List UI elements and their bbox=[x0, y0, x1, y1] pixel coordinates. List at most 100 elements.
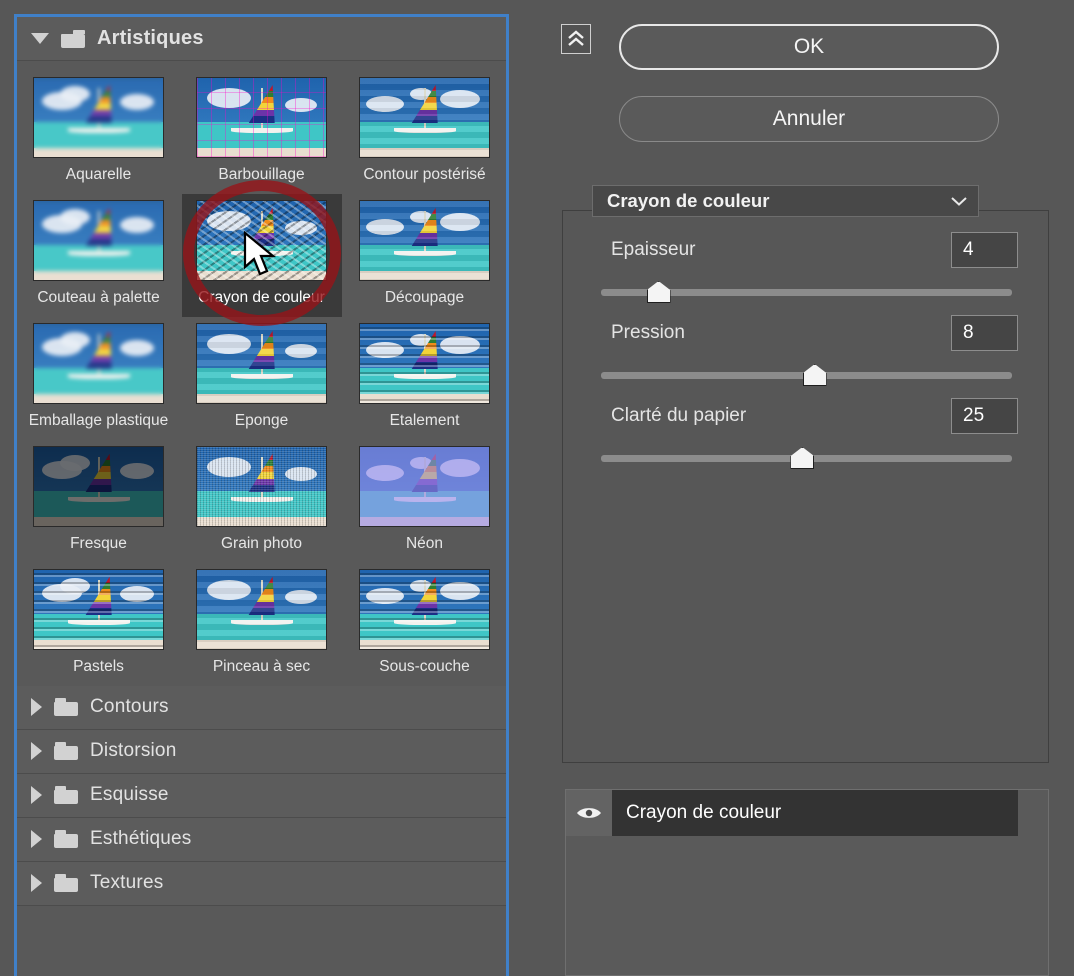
cloud-shape bbox=[285, 98, 317, 112]
thumbnail-aquarelle[interactable]: Aquarelle bbox=[19, 71, 179, 194]
eye-icon[interactable] bbox=[566, 790, 612, 836]
parameter-value-input[interactable]: 25 bbox=[951, 398, 1018, 434]
ok-button[interactable]: OK bbox=[619, 24, 999, 70]
thumbnail-label: Néon bbox=[405, 534, 444, 552]
sand-layer bbox=[34, 148, 163, 157]
parameter-row: Clarté du papier 25 bbox=[563, 397, 1050, 469]
cloud-shape bbox=[366, 218, 404, 235]
cloud-shape bbox=[60, 331, 90, 348]
thumbnail-couteau-palette[interactable]: Couteau à palette bbox=[19, 194, 179, 317]
cloud-shape bbox=[207, 456, 251, 477]
thumbnail-eponge[interactable]: Eponge bbox=[182, 317, 342, 440]
cloud-shape bbox=[366, 341, 404, 358]
cloud-shape bbox=[120, 216, 154, 233]
category-header-esquisse[interactable]: Esquisse bbox=[17, 773, 506, 818]
thumbnail-label: Fresque bbox=[70, 534, 127, 552]
double-chevron-up-icon[interactable] bbox=[561, 24, 591, 54]
parameters-group-box: Epaisseur 4 Pression 8 Clarté du papier … bbox=[562, 210, 1049, 763]
parameter-header: Clarté du papier 25 bbox=[563, 397, 1050, 435]
thumbnail-preview[interactable] bbox=[33, 77, 164, 158]
sand-layer bbox=[197, 639, 326, 649]
thumbnail-preview[interactable] bbox=[196, 568, 327, 650]
parameter-header: Epaisseur 4 bbox=[563, 231, 1050, 269]
folder-icon bbox=[54, 786, 78, 805]
thumbnail-contour-post-ris[interactable]: Contour postérisé bbox=[345, 71, 505, 194]
thumbnail-label: Sous-couche bbox=[379, 657, 470, 675]
hull-shape bbox=[394, 496, 456, 502]
parameter-slider[interactable] bbox=[601, 364, 1012, 386]
parameter-slider[interactable] bbox=[601, 447, 1012, 469]
thumbnail-preview[interactable] bbox=[196, 322, 327, 404]
thumbnail-fresque[interactable]: Fresque bbox=[19, 440, 179, 563]
thumbnail-label: Pastels bbox=[73, 657, 124, 675]
triangle-right-icon[interactable] bbox=[31, 874, 42, 893]
thumbnail-pastels[interactable]: Pastels bbox=[19, 563, 179, 686]
filter-select[interactable]: Crayon de couleur bbox=[592, 185, 979, 217]
thumbnail-grain-photo[interactable]: Grain photo bbox=[182, 440, 342, 563]
triangle-right-icon[interactable] bbox=[31, 698, 42, 717]
thumbnail-pinceau-sec[interactable]: Pinceau à sec bbox=[182, 563, 342, 686]
thumbnail-preview[interactable] bbox=[196, 445, 327, 527]
slider-thumb[interactable] bbox=[646, 281, 671, 303]
parameter-row: Epaisseur 4 bbox=[563, 231, 1050, 303]
category-label: Distorsion bbox=[90, 740, 177, 762]
thumbnail-d-coupage[interactable]: Découpage bbox=[345, 194, 505, 317]
thumbnail-label: Aquarelle bbox=[65, 166, 132, 183]
triangle-right-icon[interactable] bbox=[31, 786, 42, 805]
category-header-textures[interactable]: Textures bbox=[17, 861, 506, 906]
hull-shape bbox=[394, 128, 456, 133]
sand-layer bbox=[360, 393, 489, 403]
slider-thumb[interactable] bbox=[802, 364, 827, 386]
cloud-shape bbox=[207, 579, 251, 600]
category-header-contours[interactable]: Contours bbox=[17, 685, 506, 730]
thumbnail-preview[interactable] bbox=[196, 199, 327, 281]
thumbnail-label: Contour postérisé bbox=[363, 166, 486, 183]
thumbnail-n-on[interactable]: Néon bbox=[345, 440, 505, 563]
thumbnail-preview[interactable] bbox=[359, 445, 490, 527]
filter-select-value: Crayon de couleur bbox=[607, 190, 770, 211]
parameter-value-input[interactable]: 4 bbox=[951, 232, 1018, 268]
triangle-right-icon[interactable] bbox=[31, 742, 42, 761]
thumbnail-sous-couche[interactable]: Sous-couche bbox=[345, 563, 505, 686]
parameter-slider[interactable] bbox=[601, 281, 1012, 303]
sand-layer bbox=[360, 148, 489, 157]
parameter-value-input[interactable]: 8 bbox=[951, 315, 1018, 351]
sand-layer bbox=[360, 639, 489, 649]
thumbnail-preview[interactable] bbox=[359, 568, 490, 650]
thumbnail-preview[interactable] bbox=[33, 322, 164, 404]
triangle-right-icon[interactable] bbox=[31, 830, 42, 849]
category-header-distorsion[interactable]: Distorsion bbox=[17, 729, 506, 774]
sand-layer bbox=[34, 639, 163, 649]
category-label: Contours bbox=[90, 696, 169, 718]
thumbnail-crayon-de-couleur[interactable]: Crayon de couleur bbox=[181, 193, 342, 317]
thumbnail-label: Eponge bbox=[234, 411, 289, 429]
category-header-esth-tiques[interactable]: Esthétiques bbox=[17, 817, 506, 862]
thumbnail-etalement[interactable]: Etalement bbox=[345, 317, 505, 440]
category-header-artistiques[interactable]: Artistiques bbox=[17, 17, 506, 61]
layer-row[interactable]: Crayon de couleur bbox=[566, 790, 1018, 836]
slider-thumb[interactable] bbox=[790, 447, 815, 469]
thumbnail-preview[interactable] bbox=[33, 445, 164, 527]
hull-shape bbox=[68, 619, 130, 625]
triangle-down-icon[interactable] bbox=[31, 33, 49, 44]
hull-shape bbox=[68, 128, 130, 133]
hull-shape bbox=[394, 619, 456, 625]
thumbnail-emballage-plastique[interactable]: Emballage plastique bbox=[19, 317, 179, 440]
thumbnail-preview[interactable] bbox=[359, 77, 490, 158]
hull-shape bbox=[68, 496, 130, 502]
cloud-shape bbox=[60, 86, 90, 102]
thumbnail-preview[interactable] bbox=[196, 77, 327, 158]
thumbnail-preview[interactable] bbox=[359, 322, 490, 404]
cloud-shape bbox=[60, 454, 90, 471]
cloud-shape bbox=[60, 577, 90, 594]
thumbnail-preview[interactable] bbox=[33, 568, 164, 650]
thumbnail-preview[interactable] bbox=[359, 199, 490, 281]
cancel-button[interactable]: Annuler bbox=[619, 96, 999, 142]
hull-shape bbox=[231, 128, 293, 133]
cloud-shape bbox=[366, 464, 404, 481]
thumbnail-preview[interactable] bbox=[33, 199, 164, 281]
chevron-down-icon[interactable] bbox=[950, 195, 968, 207]
thumbnail-barbouillage[interactable]: Barbouillage bbox=[182, 71, 342, 194]
sand-layer bbox=[197, 270, 326, 280]
cloud-shape bbox=[207, 210, 251, 231]
